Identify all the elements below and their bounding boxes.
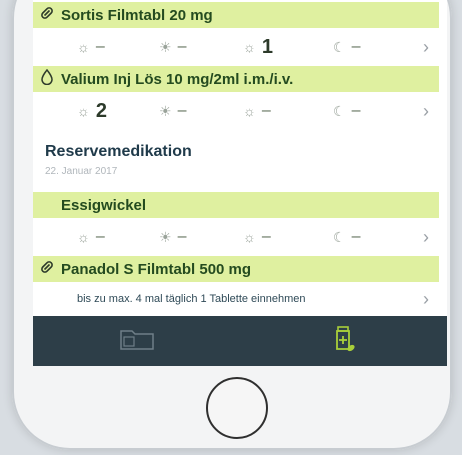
dose-value: – (177, 228, 187, 245)
dose-schedule-row[interactable]: ☼ 2 ☀ – ☼ – ☾ – › (33, 94, 443, 128)
sunrise-icon: ☼ (77, 39, 90, 55)
medication-name: Panadol S Filmtabl 500 mg (61, 260, 252, 278)
morning-slot: ☼ – (77, 38, 105, 56)
chevron-right-icon[interactable]: › (423, 101, 429, 122)
dose-value: – (95, 38, 105, 55)
dose-value: – (351, 38, 361, 55)
sun-icon: ☀ (159, 38, 172, 55)
dose-value: – (261, 228, 271, 245)
sunset-icon: ☼ (243, 103, 256, 119)
dose-value: – (177, 38, 187, 55)
medication-row-sortis[interactable]: Sortis Filmtabl 20 mg (33, 2, 439, 28)
medication-name: Essigwickel (61, 196, 147, 214)
moon-icon: ☾ (333, 38, 346, 55)
dose-value: – (351, 102, 361, 119)
evening-slot: ☼ – (243, 228, 271, 246)
night-slot: ☾ – (333, 228, 360, 246)
tab-bar (33, 316, 447, 366)
moon-icon: ☾ (333, 228, 346, 245)
sunset-icon: ☼ (243, 39, 256, 55)
medication-row-essigwickel[interactable]: Essigwickel (33, 192, 439, 218)
app-screen: Sortis Filmtabl 20 mg ☼ – ☀ – ☼ 1 ☾ – › … (33, 0, 447, 366)
home-button[interactable] (206, 377, 268, 439)
moon-icon: ☾ (333, 102, 346, 119)
night-slot: ☾ – (333, 38, 360, 56)
medication-row-valium[interactable]: Valium Inj Lös 10 mg/2ml i.m./i.v. (33, 66, 439, 92)
sunset-icon: ☼ (243, 229, 256, 245)
dose-value: 2 (95, 99, 107, 122)
evening-slot: ☼ 1 (243, 36, 273, 59)
tab-documents[interactable] (33, 316, 240, 366)
medication-name: Sortis Filmtabl 20 mg (61, 6, 213, 24)
pill-icon (33, 5, 61, 25)
dose-value: – (261, 102, 271, 119)
chevron-right-icon[interactable]: › (423, 227, 429, 248)
medication-name: Valium Inj Lös 10 mg/2ml i.m./i.v. (61, 70, 294, 88)
dose-value: 1 (261, 35, 273, 58)
tab-medication[interactable] (240, 316, 447, 366)
sun-icon: ☀ (159, 102, 172, 119)
section-title-reserve: Reservemedikation (45, 143, 192, 160)
sunrise-icon: ☼ (77, 229, 90, 245)
dosage-note-row[interactable]: bis zu max. 4 mal täglich 1 Tablette ein… (33, 282, 443, 316)
evening-slot: ☼ – (243, 102, 271, 120)
dosage-note: bis zu max. 4 mal täglich 1 Tablette ein… (77, 293, 306, 305)
chevron-right-icon[interactable]: › (423, 37, 429, 58)
section-date: 22. Januar 2017 (45, 166, 118, 177)
chevron-right-icon[interactable]: › (423, 289, 429, 310)
noon-slot: ☀ – (159, 38, 186, 56)
droplet-icon (33, 68, 61, 89)
sunrise-icon: ☼ (77, 103, 90, 119)
morning-slot: ☼ – (77, 228, 105, 246)
dose-value: – (95, 228, 105, 245)
noon-slot: ☀ – (159, 228, 186, 246)
dose-schedule-row[interactable]: ☼ – ☀ – ☼ – ☾ – › (33, 220, 443, 254)
dose-schedule-row[interactable]: ☼ – ☀ – ☼ 1 ☾ – › (33, 30, 443, 64)
medication-row-panadol[interactable]: Panadol S Filmtabl 500 mg (33, 256, 439, 282)
dose-value: – (177, 102, 187, 119)
morning-slot: ☼ 2 (77, 100, 107, 123)
folder-icon (119, 327, 155, 356)
dose-value: – (351, 228, 361, 245)
night-slot: ☾ – (333, 102, 360, 120)
medication-bottle-icon (329, 324, 359, 359)
noon-slot: ☀ – (159, 102, 186, 120)
pill-icon (33, 259, 61, 279)
sun-icon: ☀ (159, 228, 172, 245)
